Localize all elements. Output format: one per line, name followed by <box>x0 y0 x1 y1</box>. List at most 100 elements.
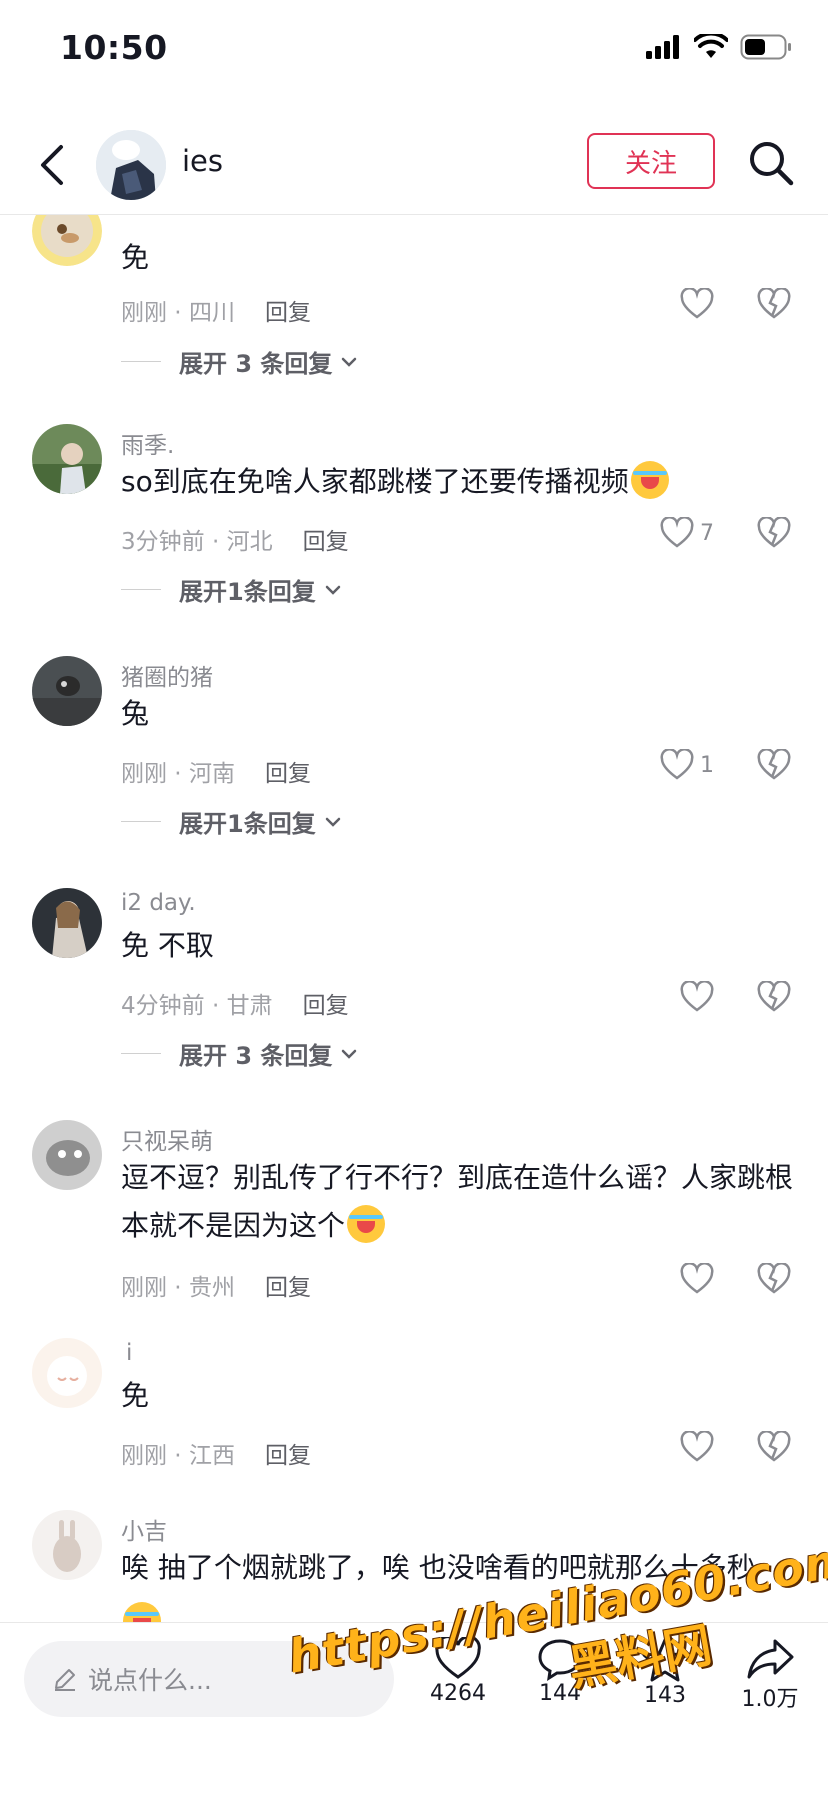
commenter-avatar[interactable] <box>32 888 102 958</box>
comment-meta: 刚刚 · 江西 回复 <box>121 1443 311 1469</box>
comment-location: 甘肃 <box>226 993 273 1019</box>
commenter-avatar[interactable] <box>32 424 102 494</box>
expand-replies-button[interactable]: 展开1条回复 <box>121 572 342 607</box>
wifi-icon <box>694 34 728 58</box>
dislike-button[interactable] <box>757 1262 791 1299</box>
like-count: 7 <box>700 520 714 546</box>
chevron-down-icon <box>325 817 340 827</box>
pencil-icon <box>55 1669 75 1691</box>
reply-button[interactable]: 回复 <box>265 1443 311 1469</box>
emoji-icon <box>123 1602 161 1622</box>
commenter-avatar[interactable] <box>32 656 102 726</box>
dislike-button[interactable] <box>757 748 791 785</box>
commenter-avatar[interactable] <box>32 1120 102 1190</box>
commenter-avatar[interactable] <box>32 1510 102 1580</box>
commenter-name[interactable]: i2 day. <box>121 890 196 916</box>
heart-icon <box>680 1431 714 1462</box>
follow-button[interactable]: 关注 <box>587 133 715 189</box>
back-button[interactable] <box>32 140 72 190</box>
comment-meta: 刚刚 · 贵州 回复 <box>121 1275 311 1301</box>
dislike-button[interactable] <box>757 1430 791 1467</box>
reply-button[interactable]: 回复 <box>265 300 311 326</box>
dislike-button[interactable] <box>757 516 791 553</box>
header: ies 关注 <box>0 120 828 215</box>
chevron-down-icon <box>342 1049 357 1059</box>
like-button[interactable]: 7 <box>660 517 714 549</box>
author-name[interactable]: ies <box>182 144 223 178</box>
comment-text: 免 <box>121 241 150 274</box>
heart-icon <box>680 981 714 1012</box>
like-count: 1 <box>700 752 714 778</box>
status-time: 10:50 <box>60 28 168 67</box>
commenter-avatar[interactable] <box>32 214 102 266</box>
commenter-name[interactable]: i <box>126 1340 132 1366</box>
commenter-name[interactable]: 只视呆萌 <box>121 1122 213 1156</box>
expand-replies-button[interactable]: 展开 3 条回复 <box>121 344 358 379</box>
expand-replies-button[interactable]: 展开1条回复 <box>121 804 342 839</box>
status-bar: 10:50 <box>0 0 828 100</box>
comment-time: 刚刚 <box>121 1275 167 1301</box>
comment-time: 刚刚 <box>121 300 167 326</box>
laugh-cry-emoji-icon <box>347 1205 386 1243</box>
dislike-button[interactable] <box>757 287 791 324</box>
commenter-name[interactable]: 小吉 <box>121 1512 167 1546</box>
share-action-count: 1.0万 <box>741 1687 799 1712</box>
reply-button[interactable]: 回复 <box>303 993 349 1019</box>
like-button[interactable] <box>680 288 720 320</box>
comment-text: 逗不逗？别乱传了行不行？到底在造什么谣？人家跳根本就不是因为这个 <box>121 1161 794 1243</box>
broken-heart-icon <box>757 516 791 548</box>
comment-meta: 刚刚 · 四川 回复 <box>121 300 311 326</box>
comment-text: so到底在免啥人家都跳楼了还要传播视频 <box>121 458 801 506</box>
author-avatar[interactable] <box>96 130 166 200</box>
divider <box>121 1053 161 1054</box>
broken-heart-icon <box>757 748 791 780</box>
dislike-button[interactable] <box>757 980 791 1017</box>
comment-time: 刚刚 <box>121 761 167 787</box>
reply-button[interactable]: 回复 <box>265 761 311 787</box>
like-button[interactable] <box>680 981 720 1013</box>
comment-time: 3分钟前 <box>121 529 205 555</box>
favorite-action-count: 143 <box>644 1683 686 1708</box>
divider <box>121 821 161 822</box>
comment-meta: 3分钟前 · 河北 回复 <box>121 529 349 555</box>
heart-icon <box>660 517 694 548</box>
reply-button[interactable]: 回复 <box>303 529 349 555</box>
divider <box>121 589 161 590</box>
comment-meta: 4分钟前 · 甘肃 回复 <box>121 993 349 1019</box>
heart-icon <box>680 288 714 319</box>
comment-text: 免 <box>121 1379 150 1412</box>
broken-heart-icon <box>757 1430 791 1462</box>
like-button[interactable]: 1 <box>660 749 714 781</box>
comment-location: 江西 <box>188 1443 235 1469</box>
broken-heart-icon <box>757 980 791 1012</box>
expand-replies-button[interactable]: 展开 3 条回复 <box>121 1036 358 1071</box>
comment-time: 刚刚 <box>121 1443 167 1469</box>
chevron-down-icon <box>342 357 357 367</box>
broken-heart-icon <box>757 287 791 319</box>
comment-text: 兔 <box>121 697 150 730</box>
comment-input-placeholder: 说点什么... <box>88 1666 212 1695</box>
heart-icon <box>660 749 694 780</box>
commenter-avatar[interactable] <box>32 1338 102 1408</box>
comment-location: 河南 <box>188 761 235 787</box>
search-button[interactable] <box>746 138 796 188</box>
commenter-name[interactable]: 雨季. <box>121 426 174 460</box>
like-button[interactable] <box>680 1263 720 1295</box>
comment-meta: 刚刚 · 河南 回复 <box>121 761 311 787</box>
comment-time: 4分钟前 <box>121 993 205 1019</box>
broken-heart-icon <box>757 1262 791 1294</box>
comment-location: 贵州 <box>188 1275 235 1301</box>
commenter-name[interactable]: 猪圈的猪 <box>121 658 213 692</box>
cellular-signal-icon <box>646 35 679 59</box>
reply-button[interactable]: 回复 <box>265 1275 311 1301</box>
comment-location: 四川 <box>188 300 235 326</box>
chevron-down-icon <box>325 585 340 595</box>
chevron-left-icon <box>41 145 63 185</box>
like-button[interactable] <box>680 1431 720 1463</box>
divider <box>121 361 161 362</box>
comment-location: 河北 <box>226 529 273 555</box>
comment-list[interactable]: 免 刚刚 · 四川 回复 展开 3 条回复 雨季. so到底在免啥人家都跳楼了还… <box>0 214 828 1622</box>
laugh-cry-emoji-icon <box>630 461 669 499</box>
comment-text: 免 不取 <box>121 929 214 962</box>
heart-icon <box>680 1263 714 1294</box>
